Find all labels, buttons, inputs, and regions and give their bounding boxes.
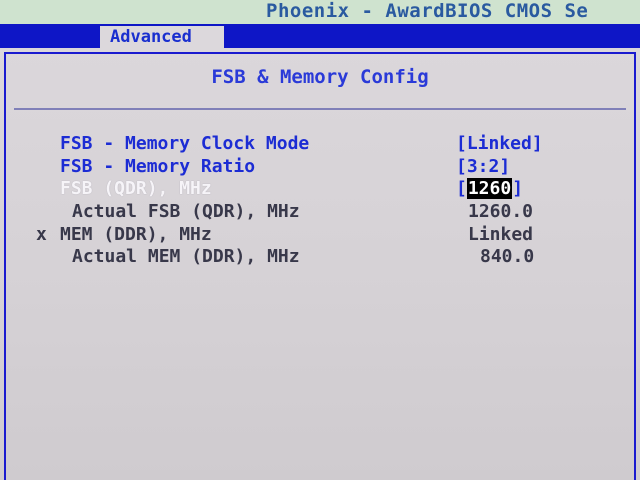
- setting-value-memory-ratio[interactable]: [3:2]: [456, 156, 510, 178]
- menu-tab-strip: [0, 24, 640, 48]
- setting-value-fsb-qdr[interactable]: [1260]: [456, 178, 523, 200]
- setting-label-clock-mode: FSB - Memory Clock Mode: [60, 133, 310, 154]
- info-value-actual-fsb: 1260.0: [468, 201, 534, 222]
- setting-label-memory-ratio: FSB - Memory Ratio: [60, 156, 256, 177]
- section-header: FSB & Memory Config: [14, 56, 626, 110]
- title-strip: Phoenix - AwardBIOS CMOS Se: [0, 0, 640, 24]
- setting-value-mem-ddr: Linked: [468, 224, 534, 245]
- info-label-actual-mem: Actual MEM (DDR), MHz: [72, 246, 300, 267]
- info-row-actual-mem: Actual MEM (DDR), MHz 840.0: [0, 246, 640, 268]
- setting-value-clock-mode[interactable]: [Linked]: [456, 133, 543, 155]
- setting-row-fsb-qdr[interactable]: FSB (QDR), MHz [1260]: [0, 178, 640, 200]
- tab-advanced[interactable]: Advanced: [100, 24, 224, 50]
- info-label-actual-fsb: Actual FSB (QDR), MHz: [72, 201, 300, 222]
- setting-row-memory-ratio[interactable]: FSB - Memory Ratio [3:2]: [0, 156, 640, 178]
- disabled-marker: x: [36, 224, 47, 245]
- setting-row-mem-ddr: x MEM (DDR), MHz Linked: [0, 224, 640, 246]
- info-value-actual-mem: 840.0: [480, 246, 535, 267]
- setting-row-clock-mode[interactable]: FSB - Memory Clock Mode [Linked]: [0, 133, 640, 155]
- setting-label-mem-ddr: MEM (DDR), MHz: [60, 224, 212, 245]
- setting-label-fsb-qdr: FSB (QDR), MHz: [60, 178, 212, 199]
- tab-advanced-label: Advanced: [110, 27, 192, 47]
- section-title: FSB & Memory Config: [211, 66, 429, 88]
- app-title: Phoenix - AwardBIOS CMOS Se: [266, 0, 589, 22]
- value-open-bracket: [: [456, 178, 467, 199]
- bios-screen: Phoenix - AwardBIOS CMOS Se Advanced FSB…: [0, 0, 640, 480]
- value-close-bracket: ]: [512, 178, 524, 199]
- fsb-qdr-input[interactable]: 1260: [466, 178, 513, 199]
- info-row-actual-fsb: Actual FSB (QDR), MHz 1260.0: [0, 201, 640, 223]
